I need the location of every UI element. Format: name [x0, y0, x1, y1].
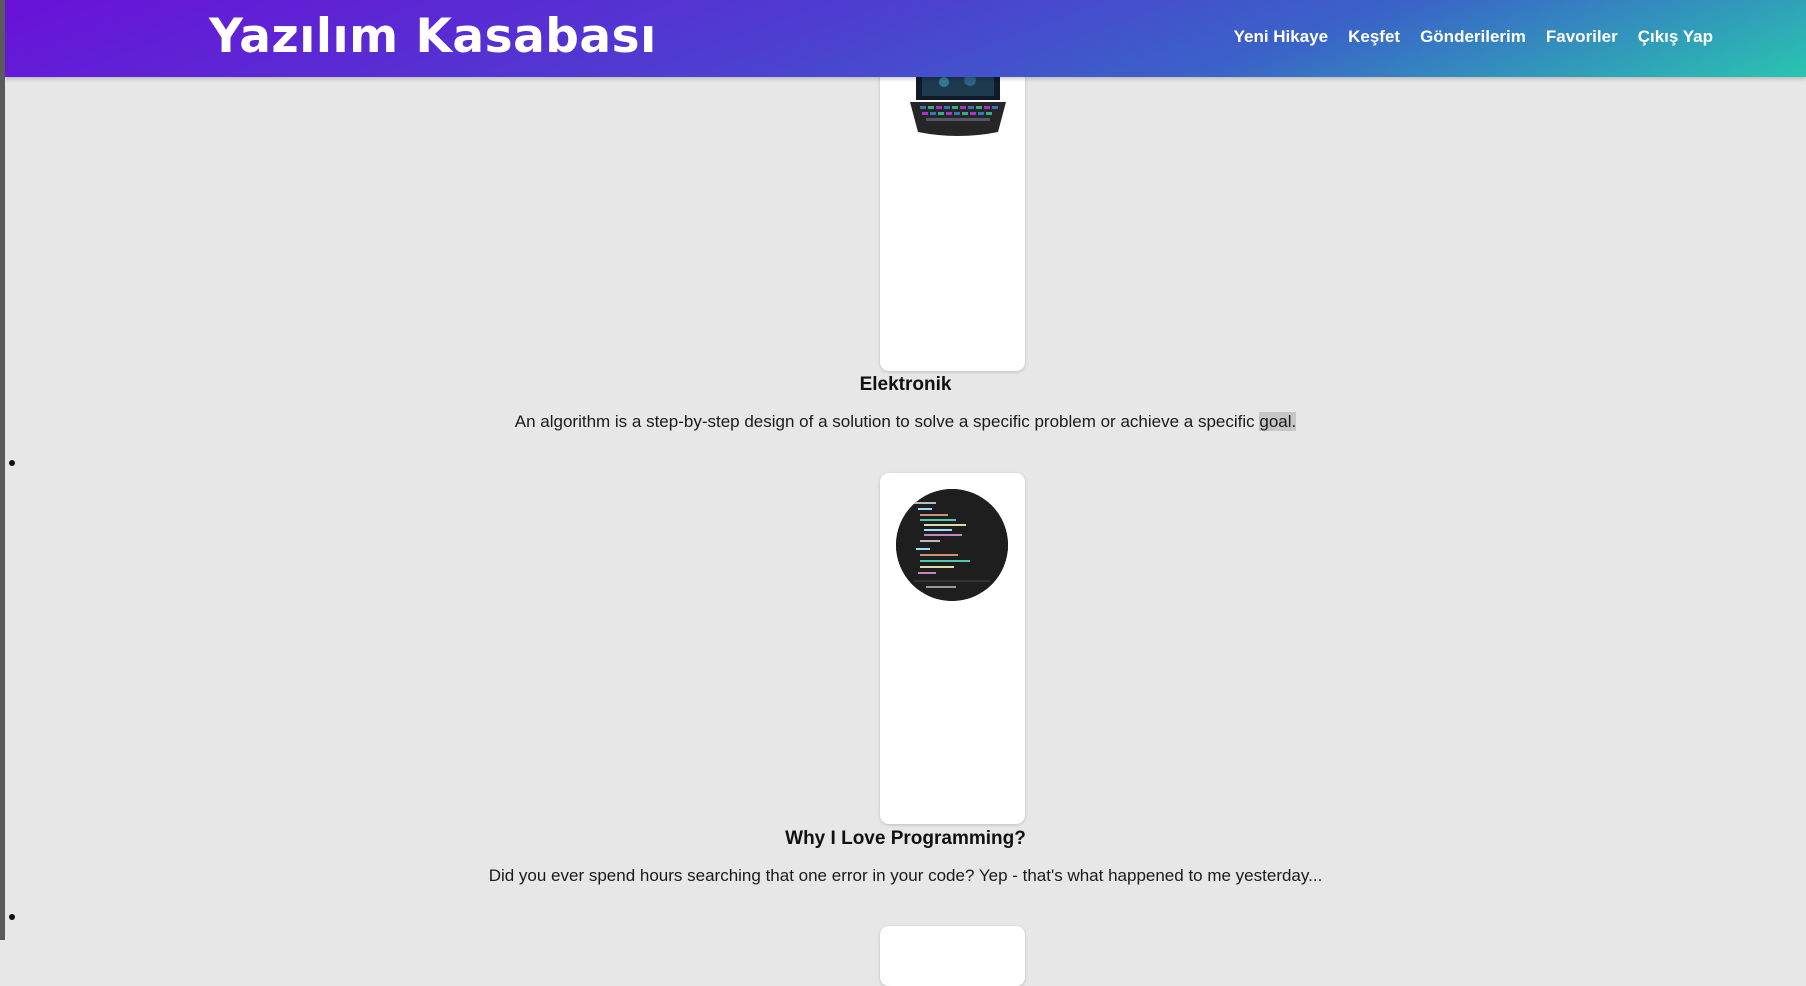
story-excerpt: An algorithm is a step-by-step design of… [5, 412, 1806, 432]
story-excerpt: Did you ever spend hours searching that … [5, 866, 1806, 886]
nav-favorites[interactable]: Favoriler [1546, 27, 1618, 47]
story-card[interactable] [880, 926, 1025, 986]
list-bullet [9, 460, 15, 466]
story-excerpt-text: Did you ever spend hours searching that … [488, 866, 1323, 885]
story-item[interactable]: Why I Love Programming? Did you ever spe… [5, 473, 1806, 913]
story-card[interactable] [880, 473, 1025, 824]
nav-explore[interactable]: Keşfet [1348, 27, 1400, 47]
list-bullet [9, 914, 15, 920]
main-nav: Yeni Hikaye Keşfet Gönderilerim Favorile… [1234, 27, 1713, 47]
story-feed: Elektronik An algorithm is a step-by-ste… [5, 0, 1806, 986]
top-navbar: Yazılım Kasabası Yeni Hikaye Keşfet Gönd… [5, 0, 1806, 77]
story-title[interactable]: Elektronik [5, 374, 1806, 396]
nav-my-posts[interactable]: Gönderilerim [1420, 27, 1526, 47]
code-screen-image [896, 489, 1008, 601]
story-excerpt-highlight: goal. [1259, 412, 1297, 431]
nav-new-story[interactable]: Yeni Hikaye [1234, 27, 1329, 47]
story-excerpt-text: An algorithm is a step-by-step design of… [514, 412, 1255, 431]
left-edge [0, 0, 5, 940]
story-title[interactable]: Why I Love Programming? [5, 828, 1806, 850]
site-logo[interactable]: Yazılım Kasabası [209, 9, 657, 64]
story-item[interactable] [5, 926, 1806, 986]
nav-logout[interactable]: Çıkış Yap [1638, 27, 1713, 47]
